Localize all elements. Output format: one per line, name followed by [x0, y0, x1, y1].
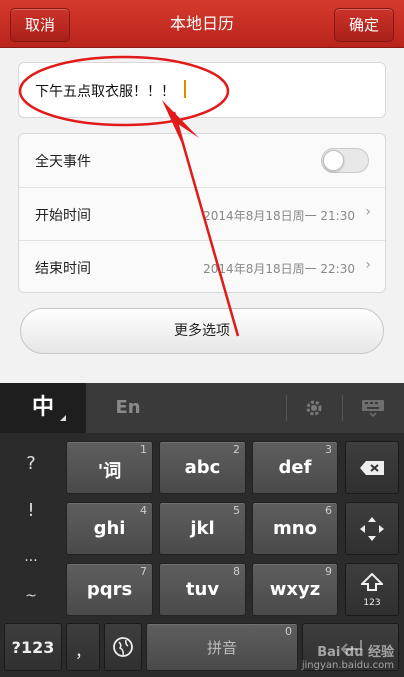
key-label: '词: [97, 461, 122, 482]
start-time-label: 开始时间: [35, 208, 91, 224]
backspace-button[interactable]: [345, 441, 399, 494]
symbols-123-button[interactable]: ?123: [4, 623, 62, 671]
key-number: 4: [140, 504, 147, 517]
key-label: wxyz: [269, 579, 321, 600]
tab-chinese-label: 中: [31, 395, 54, 420]
chevron-right-icon: ›: [365, 257, 371, 273]
t9-key-7[interactable]: pqrs 7: [66, 563, 153, 616]
key-label: abc: [184, 457, 221, 478]
t9-key-8[interactable]: tuv 8: [159, 563, 246, 616]
event-settings-group: 全天事件 开始时间 2014年8月18日周一 21:30 › 结束时间 2014…: [18, 133, 386, 293]
confirm-button[interactable]: 确定: [334, 8, 394, 42]
t9-key-3[interactable]: def 3: [252, 441, 338, 494]
key-number: 9: [325, 565, 332, 578]
cursor-move-button[interactable]: [345, 502, 399, 555]
watermark-line2: jingyan.baidu.com: [301, 660, 394, 671]
allday-row[interactable]: 全天事件: [19, 134, 385, 187]
t9-key-5[interactable]: jkl 5: [159, 502, 246, 555]
end-time-value: 2014年8月18日周一 22:30: [203, 262, 355, 276]
event-title-input[interactable]: 下午五点取衣服！！！: [18, 62, 386, 118]
watermark: Bai du 经验 jingyan.baidu.com: [302, 641, 394, 671]
key-label: ghi: [93, 518, 126, 539]
key-label: def: [278, 457, 312, 478]
gear-icon[interactable]: [286, 383, 342, 433]
start-time-row[interactable]: 开始时间 2014年8月18日周一 21:30 ›: [19, 187, 385, 240]
key-number: 2: [233, 443, 240, 456]
cancel-button[interactable]: 取消: [10, 8, 70, 42]
space-key-number: 0: [285, 625, 292, 638]
tab-english[interactable]: En: [86, 383, 170, 433]
keyboard-tab-bar: 中 En: [0, 383, 404, 433]
key-number: 1: [140, 443, 147, 456]
key-number: 5: [233, 504, 240, 517]
symbol-key-question[interactable]: ?: [0, 440, 62, 487]
chevron-right-icon: ›: [365, 204, 371, 220]
key-number: 6: [325, 504, 332, 517]
allday-label: 全天事件: [35, 154, 91, 170]
corner-triangle-icon: [60, 415, 66, 421]
toggle-knob: [323, 150, 344, 171]
tab-chinese[interactable]: 中: [0, 383, 86, 433]
tab-divider: [342, 395, 343, 421]
space-button[interactable]: 拼音 0: [146, 623, 298, 671]
key-number: 7: [140, 565, 147, 578]
end-time-row[interactable]: 结束时间 2014年8月18日周一 22:30 ›: [19, 240, 385, 292]
key-number: 8: [233, 565, 240, 578]
language-button[interactable]: [104, 623, 142, 671]
key-label: tuv: [185, 579, 220, 600]
shift-arrow-icon: [359, 572, 385, 591]
soft-keyboard: 中 En ? ! ... ~ '词 1 abc 2 def 3 ghi 4 jk…: [0, 383, 404, 677]
symbols-123-label: ?123: [11, 638, 55, 657]
t9-key-4[interactable]: ghi 4: [66, 502, 153, 555]
key-label: jkl: [190, 518, 215, 539]
key-number: 3: [325, 443, 332, 456]
symbol-key-exclaim[interactable]: !: [0, 487, 62, 534]
shift-button[interactable]: 123: [345, 563, 399, 616]
symbol-key-tilde[interactable]: ~: [0, 573, 62, 620]
keyboard-hide-icon[interactable]: [345, 383, 401, 433]
shift-sub-label: 123: [363, 598, 381, 608]
t9-key-9[interactable]: wxyz 9: [252, 563, 338, 616]
symbol-column: ? ! ... ~: [0, 433, 62, 621]
title-bar: 取消 本地日历 确定: [0, 0, 404, 48]
text-caret: [184, 80, 186, 98]
end-time-label: 结束时间: [35, 261, 91, 277]
space-label: 拼音: [206, 639, 237, 657]
key-label: pqrs: [86, 579, 133, 600]
key-label: mno: [273, 518, 317, 539]
allday-toggle[interactable]: [321, 148, 369, 173]
t9-key-2[interactable]: abc 2: [159, 441, 246, 494]
t9-key-6[interactable]: mno 6: [252, 502, 338, 555]
event-title-text: 下午五点取衣服！！！: [35, 84, 175, 100]
backspace-icon: [360, 461, 384, 475]
t9-key-1[interactable]: '词 1: [66, 441, 153, 494]
comma-button[interactable]: ，: [66, 623, 100, 671]
more-options-button[interactable]: 更多选项: [20, 308, 384, 354]
start-time-value: 2014年8月18日周一 21:30: [203, 209, 355, 223]
watermark-line1: Bai du 经验: [317, 645, 394, 660]
cursor-arrows-icon: [360, 517, 384, 541]
page-title: 本地日历: [169, 14, 234, 33]
comma-label: ，: [74, 642, 91, 661]
globe-icon: [113, 637, 133, 657]
